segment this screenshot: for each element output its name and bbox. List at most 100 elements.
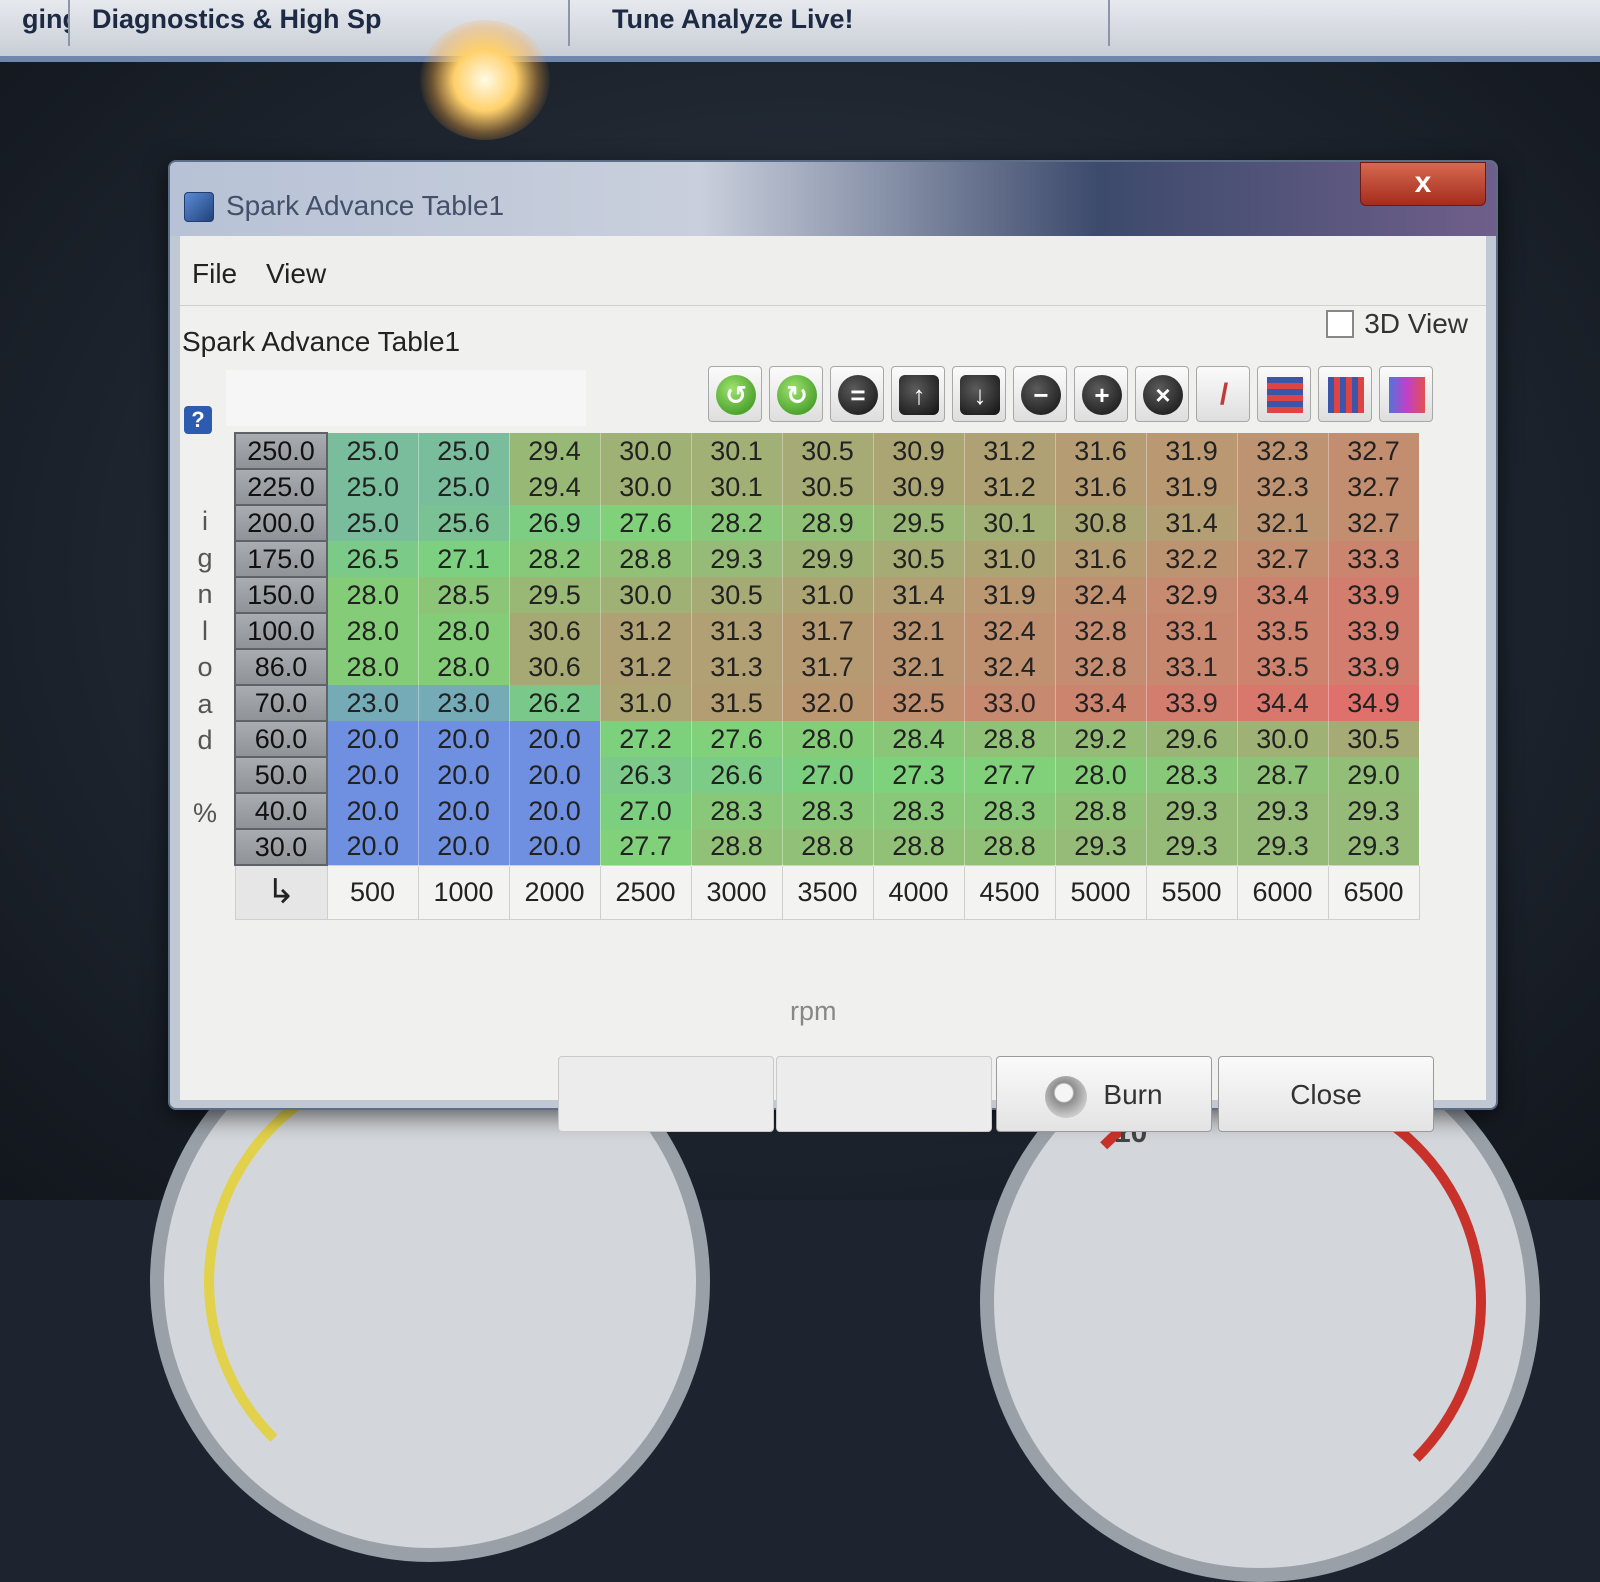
table-cell[interactable]: 32.7 <box>1328 505 1420 541</box>
table-cell[interactable]: 28.3 <box>964 793 1056 829</box>
set-equal-button[interactable]: = <box>830 366 884 422</box>
titlebar[interactable]: Spark Advance Table1 x <box>170 162 1496 236</box>
table-cell[interactable]: 31.9 <box>1146 433 1238 469</box>
table-cell[interactable]: 30.1 <box>691 469 783 505</box>
table-cell[interactable]: 28.9 <box>782 505 874 541</box>
table-cell[interactable]: 29.4 <box>509 469 601 505</box>
table-cell[interactable]: 30.5 <box>691 577 783 613</box>
table-cell[interactable]: 28.3 <box>873 793 965 829</box>
table-cell[interactable]: 23.0 <box>327 685 419 721</box>
table-cell[interactable]: 30.5 <box>1328 721 1420 757</box>
table-cell[interactable]: 30.0 <box>600 433 692 469</box>
table-cell[interactable]: 25.0 <box>327 433 419 469</box>
table-cell[interactable]: 32.9 <box>1146 577 1238 613</box>
table-cell[interactable]: 29.3 <box>1146 829 1238 865</box>
load-axis-value[interactable]: 150.0 <box>234 576 328 614</box>
table-cell[interactable]: 28.0 <box>782 721 874 757</box>
rpm-axis-value[interactable]: 5500 <box>1145 864 1238 920</box>
table-cell[interactable]: 28.8 <box>964 829 1056 865</box>
table-cell[interactable]: 28.0 <box>1055 757 1147 793</box>
table-cell[interactable]: 31.2 <box>600 649 692 685</box>
rpm-axis-value[interactable]: 4000 <box>872 864 965 920</box>
table-cell[interactable]: 33.5 <box>1237 613 1329 649</box>
table-cell[interactable]: 30.8 <box>1055 505 1147 541</box>
rotate-right-button[interactable]: ↻ <box>769 366 823 422</box>
table-cell[interactable]: 29.3 <box>1328 793 1420 829</box>
table-cell[interactable]: 26.3 <box>600 757 692 793</box>
table-cell[interactable]: 27.7 <box>964 757 1056 793</box>
table-cell[interactable]: 33.4 <box>1237 577 1329 613</box>
close-window-button[interactable]: x <box>1360 162 1486 206</box>
table-cell[interactable]: 32.3 <box>1237 469 1329 505</box>
table-cell[interactable]: 28.0 <box>327 613 419 649</box>
table-cell[interactable]: 20.0 <box>509 757 601 793</box>
rpm-axis-value[interactable]: 2000 <box>508 864 601 920</box>
rpm-axis-value[interactable]: 3000 <box>690 864 783 920</box>
table-cell[interactable]: 27.1 <box>418 541 510 577</box>
cell-edit-field[interactable] <box>226 370 586 426</box>
menu-file[interactable]: File <box>192 258 237 290</box>
table-cell[interactable]: 28.8 <box>873 829 965 865</box>
table-cell[interactable]: 31.2 <box>964 433 1056 469</box>
table-cell[interactable]: 33.1 <box>1146 613 1238 649</box>
table-cell[interactable]: 23.0 <box>418 685 510 721</box>
table-cell[interactable]: 32.3 <box>1237 433 1329 469</box>
table-cell[interactable]: 32.2 <box>1146 541 1238 577</box>
table-cell[interactable]: 31.0 <box>600 685 692 721</box>
table-cell[interactable]: 34.9 <box>1328 685 1420 721</box>
add-button[interactable]: + <box>1074 366 1128 422</box>
table-cell[interactable]: 20.0 <box>327 829 419 865</box>
table-cell[interactable]: 27.6 <box>600 505 692 541</box>
table-cell[interactable]: 28.8 <box>600 541 692 577</box>
table-cell[interactable]: 33.3 <box>1328 541 1420 577</box>
table-cell[interactable]: 30.1 <box>964 505 1056 541</box>
table-cell[interactable]: 20.0 <box>509 721 601 757</box>
multiply-button[interactable]: × <box>1135 366 1189 422</box>
table-cell[interactable]: 27.7 <box>600 829 692 865</box>
background-tab-tune-analyze[interactable]: Tune Analyze Live! <box>590 0 1110 46</box>
table-cell[interactable]: 32.7 <box>1237 541 1329 577</box>
help-icon[interactable]: ? <box>184 406 212 434</box>
table-cell[interactable]: 31.2 <box>964 469 1056 505</box>
background-tab-logging[interactable]: ging <box>0 0 70 46</box>
table-cell[interactable]: 27.3 <box>873 757 965 793</box>
table-cell[interactable]: 20.0 <box>327 721 419 757</box>
rpm-axis-value[interactable]: 1000 <box>417 864 510 920</box>
table-cell[interactable]: 28.8 <box>1055 793 1147 829</box>
table-cell[interactable]: 28.0 <box>327 649 419 685</box>
rpm-axis-value[interactable]: 500 <box>326 864 419 920</box>
table-cell[interactable]: 20.0 <box>418 829 510 865</box>
table-cell[interactable]: 32.7 <box>1328 433 1420 469</box>
table-cell[interactable]: 30.0 <box>600 577 692 613</box>
table-cell[interactable]: 28.0 <box>418 649 510 685</box>
table-cell[interactable]: 20.0 <box>509 793 601 829</box>
table-cell[interactable]: 29.5 <box>873 505 965 541</box>
table-cell[interactable]: 31.7 <box>782 613 874 649</box>
table-cell[interactable]: 27.2 <box>600 721 692 757</box>
load-axis-value[interactable]: 86.0 <box>234 648 328 686</box>
table-cell[interactable]: 28.3 <box>1146 757 1238 793</box>
table-cell[interactable]: 34.4 <box>1237 685 1329 721</box>
table-cell[interactable]: 28.8 <box>964 721 1056 757</box>
table-cell[interactable]: 30.5 <box>782 433 874 469</box>
load-axis-value[interactable]: 175.0 <box>234 540 328 578</box>
table-cell[interactable]: 29.0 <box>1328 757 1420 793</box>
interpolate-button[interactable]: / <box>1196 366 1250 422</box>
load-axis-value[interactable]: 70.0 <box>234 684 328 722</box>
rpm-axis-value[interactable]: 2500 <box>599 864 692 920</box>
table-cell[interactable]: 31.0 <box>964 541 1056 577</box>
table-cell[interactable]: 31.5 <box>691 685 783 721</box>
table-cell[interactable]: 31.3 <box>691 649 783 685</box>
table-cell[interactable]: 26.9 <box>509 505 601 541</box>
rpm-axis-value[interactable]: 3500 <box>781 864 874 920</box>
table-cell[interactable]: 30.6 <box>509 613 601 649</box>
load-axis-value[interactable]: 200.0 <box>234 504 328 542</box>
redo-button[interactable] <box>776 1056 992 1132</box>
table-cell[interactable]: 28.3 <box>782 793 874 829</box>
table-cell[interactable]: 31.6 <box>1055 469 1147 505</box>
table-cell[interactable]: 31.4 <box>873 577 965 613</box>
table-cell[interactable]: 33.5 <box>1237 649 1329 685</box>
table-cell[interactable]: 27.6 <box>691 721 783 757</box>
table-cell[interactable]: 25.0 <box>418 433 510 469</box>
view-3d-toggle[interactable]: 3D View <box>1326 308 1468 340</box>
